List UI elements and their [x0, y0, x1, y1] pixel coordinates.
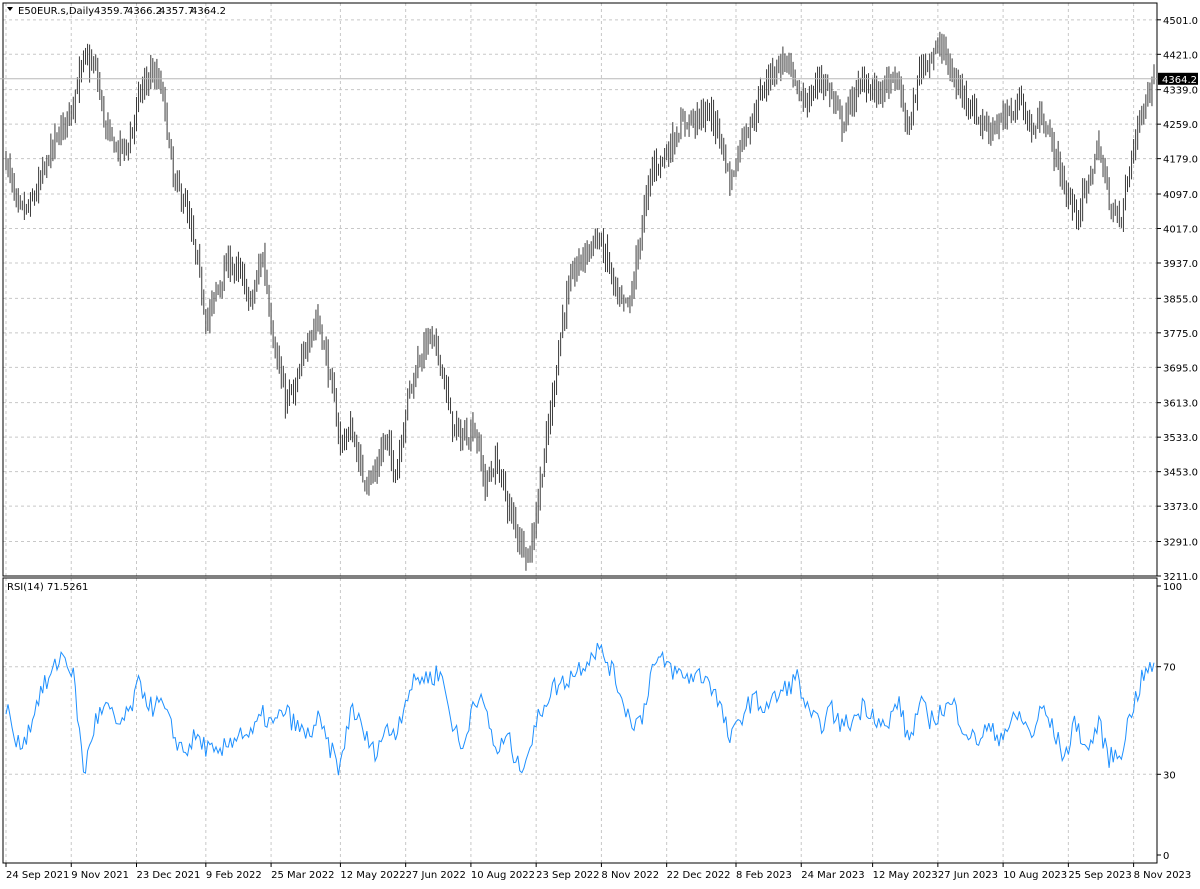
price-panel-frame — [2, 2, 1158, 577]
ohlc-close: 4364.2 — [191, 6, 226, 17]
rsi-series-line — [5, 642, 1155, 776]
price-tick-label: 3373.0 — [1163, 502, 1198, 513]
time-tick-label: 27 Jun 2023 — [938, 870, 998, 881]
time-tick-label: 22 Dec 2022 — [667, 870, 731, 881]
collapse-triangle-icon[interactable] — [7, 7, 13, 11]
time-axis: 24 Sep 2021 9 Nov 2021 23 Dec 2021 9 Feb 20… — [5, 863, 1192, 881]
time-tick-label: 8 Feb 2023 — [736, 870, 792, 881]
price-tick-label: 3775.0 — [1163, 329, 1198, 340]
rsi-axis: 100 70 30 0 — [1157, 582, 1182, 862]
time-tick-label: 27 Jun 2022 — [406, 870, 466, 881]
time-tick-label: 23 Dec 2021 — [137, 870, 201, 881]
ohlc-high: 4366.2 — [127, 6, 162, 17]
rsi-line — [5, 642, 1155, 776]
price-tick-label: 3613.0 — [1163, 399, 1198, 410]
time-tick-label: 9 Nov 2021 — [71, 870, 129, 881]
ohlc-low: 4357.7 — [159, 6, 194, 17]
time-tick-label: 25 Sep 2023 — [1068, 870, 1131, 881]
price-tick-label: 4339.0 — [1163, 86, 1198, 97]
price-bars — [5, 31, 1155, 571]
price-tick-label: 3695.0 — [1163, 363, 1198, 374]
time-tick-label: 10 Aug 2022 — [471, 870, 535, 881]
time-tick-label: 25 Mar 2022 — [271, 870, 334, 881]
price-tick-label: 4259.0 — [1163, 120, 1198, 131]
price-tick-label: 4017.0 — [1163, 224, 1198, 235]
time-tick-label: 24 Mar 2023 — [801, 870, 864, 881]
time-tick-label: 8 Nov 2022 — [601, 870, 659, 881]
panel-frames — [2, 2, 1158, 864]
time-tick-label: 10 Aug 2023 — [1003, 870, 1067, 881]
ohlc-open: 4359.7 — [94, 6, 129, 17]
rsi-tick-label: 100 — [1163, 582, 1182, 593]
price-tick-label: 3453.0 — [1163, 468, 1198, 479]
rsi-title: RSI(14) 71.5261 — [7, 582, 88, 593]
rsi-tick-label: 30 — [1163, 770, 1176, 781]
time-tick-label: 12 May 2022 — [340, 870, 405, 881]
price-tick-label: 4097.0 — [1163, 190, 1198, 201]
rsi-tick-label: 0 — [1163, 851, 1169, 862]
price-tick-label: 4179.0 — [1163, 155, 1198, 166]
rsi-tick-label: 70 — [1163, 663, 1176, 674]
current-price-label: 4364.2 — [1162, 75, 1197, 86]
time-tick-label: 24 Sep 2021 — [6, 870, 69, 881]
chart-svg: 4501.0 4421.0 4339.0 4259.0 4179.0 4097.0 4017… — [0, 2, 1198, 881]
time-tick-label: 8 Nov 2023 — [1134, 870, 1192, 881]
chart-root: 4501.0 4421.0 4339.0 4259.0 4179.0 4097.0 4017… — [0, 0, 1200, 885]
time-tick-label: 9 Feb 2022 — [206, 870, 262, 881]
rsi-panel-frame — [2, 577, 1158, 864]
price-tick-label: 3855.0 — [1163, 294, 1198, 305]
price-tick-label: 4501.0 — [1163, 16, 1198, 27]
chart-title: E50EUR.s,Daily — [18, 6, 94, 17]
time-tick-label: 23 Sep 2022 — [536, 870, 599, 881]
price-tick-label: 4421.0 — [1163, 50, 1198, 61]
price-tick-label: 3291.0 — [1163, 538, 1198, 549]
price-axis: 4501.0 4421.0 4339.0 4259.0 4179.0 4097.0 4017… — [1157, 16, 1198, 583]
grid-lines — [3, 3, 1157, 863]
current-price-tag: 4364.2 — [0, 72, 1198, 86]
time-tick-label: 12 May 2023 — [873, 870, 938, 881]
price-tick-label: 3937.0 — [1163, 259, 1198, 270]
price-tick-label: 3533.0 — [1163, 433, 1198, 444]
